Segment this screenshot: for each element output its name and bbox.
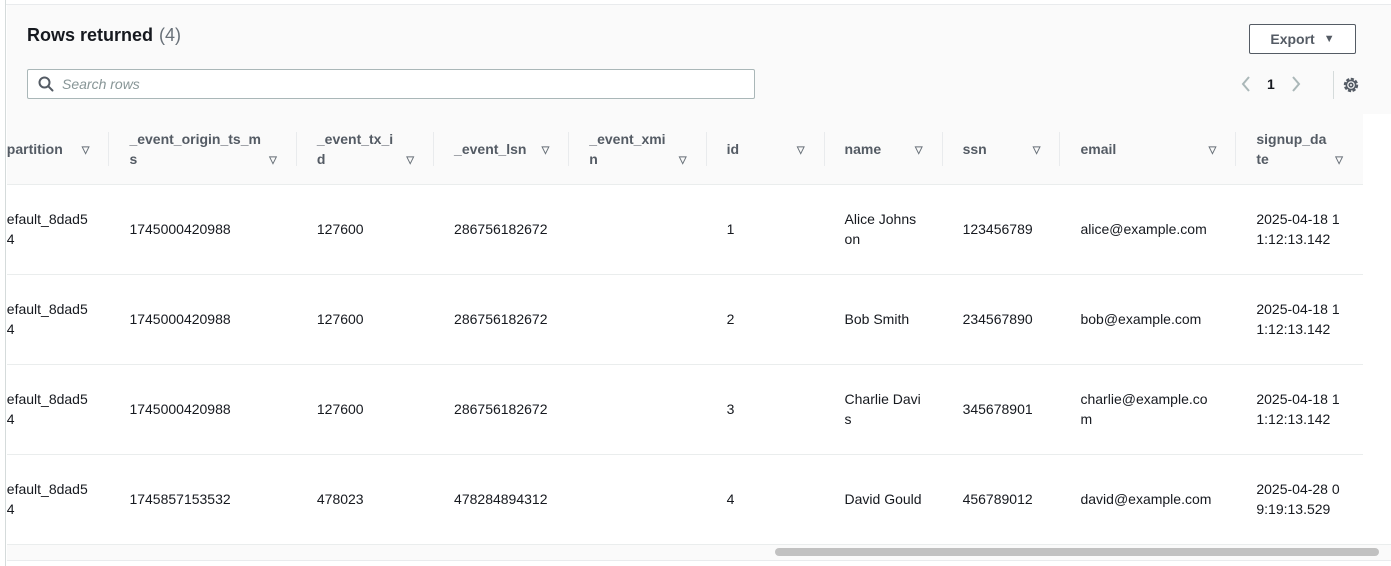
sort-caret-icon[interactable]: ▽ (82, 145, 90, 156)
cell-email: bob@example.com (1060, 274, 1237, 365)
cell-ssn: 234567890 (942, 274, 1061, 365)
search-field[interactable] (27, 69, 755, 99)
sort-caret-icon[interactable]: ▽ (542, 145, 550, 156)
cell-id: 1 (706, 184, 825, 275)
cell-name: Alice Johnson (824, 184, 943, 275)
column-header-event-tx-id[interactable]: _event_tx_id ▽ (296, 114, 435, 185)
panel-bottom-edge (7, 560, 1391, 566)
cell-ssn: 123456789 (942, 184, 1061, 275)
export-button[interactable]: Export ▼ (1249, 24, 1356, 54)
cell-name: David Gould (824, 454, 943, 544)
cell-event-tx-id: 478023 (296, 454, 435, 544)
cell-event-origin-ts-ms: 1745000420988 (109, 274, 297, 365)
table-row: default_8dad514 1745000420988 127600 286… (7, 364, 1363, 455)
gear-icon[interactable] (1341, 75, 1361, 95)
cell-event-xmin (569, 274, 707, 365)
column-header-email[interactable]: email ▽ (1060, 114, 1237, 185)
page-title: Rows returned (4) (27, 25, 181, 46)
results-table: _partition ▽ _event_origin_ts_ms ▽ _event_… (7, 114, 1363, 544)
column-header-partition[interactable]: _partition ▽ (7, 114, 110, 185)
cell-email: alice@example.com (1060, 184, 1237, 275)
chevron-left-icon (1241, 76, 1250, 92)
pagination: 1 (1235, 73, 1307, 95)
column-header-label: signup_date (1256, 130, 1327, 167)
cell-partition: default_8dad514 (7, 184, 110, 275)
export-label: Export (1270, 31, 1315, 47)
cell-event-lsn: 478284894312 (434, 454, 570, 544)
column-header-signup-date[interactable]: signup_date ▽ (1236, 114, 1363, 185)
sort-caret-icon[interactable]: ▽ (1033, 145, 1041, 156)
next-page-button[interactable] (1285, 73, 1307, 95)
cell-email: charlie@example.com (1060, 364, 1237, 455)
search-icon (38, 76, 54, 92)
column-header-label: email (1080, 140, 1117, 157)
table-row: default_8dad514 1745857153532 478023 478… (7, 454, 1363, 544)
column-header-event-lsn[interactable]: _event_lsn ▽ (434, 114, 570, 185)
cell-signup-date: 2025-04-18 11:12:13.142 (1236, 184, 1363, 275)
cell-id: 2 (706, 274, 825, 365)
results-table-viewport[interactable]: _partition ▽ _event_origin_ts_ms ▽ _event_… (7, 114, 1391, 544)
column-header-event-xmin[interactable]: _event_xmin ▽ (569, 114, 707, 185)
column-header-label: id (726, 140, 740, 157)
cell-name: Bob Smith (824, 274, 943, 365)
cell-event-tx-id: 127600 (296, 274, 435, 365)
cell-event-xmin (569, 184, 707, 275)
column-header-event-origin-ts-ms[interactable]: _event_origin_ts_ms ▽ (109, 114, 297, 185)
sort-caret-icon[interactable]: ▽ (797, 145, 805, 156)
cell-id: 4 (706, 454, 825, 544)
results-header-panel: Rows returned(4) Export ▼ 1 (7, 5, 1391, 114)
cell-signup-date: 2025-04-28 09:19:13.529 (1236, 454, 1363, 544)
column-header-id[interactable]: id ▽ (706, 114, 825, 185)
table-row: default_8dad514 1745000420988 127600 286… (7, 184, 1363, 275)
cell-signup-date: 2025-04-18 11:12:13.142 (1236, 274, 1363, 365)
cell-ssn: 345678901 (942, 364, 1061, 455)
sort-caret-icon[interactable]: ▽ (915, 145, 923, 156)
column-header-label: _event_xmin (589, 130, 666, 167)
cell-event-lsn: 286756182672 (434, 274, 570, 365)
column-header-label: _event_tx_id (316, 130, 394, 167)
sort-caret-icon[interactable]: ▽ (1335, 155, 1343, 166)
cell-event-origin-ts-ms: 1745000420988 (109, 184, 297, 275)
sort-caret-icon[interactable]: ▽ (269, 155, 277, 166)
column-header-label: name (844, 140, 882, 157)
column-header-label: _event_origin_ts_ms (129, 130, 261, 167)
table-header-row: _partition ▽ _event_origin_ts_ms ▽ _event_… (7, 114, 1363, 185)
sort-caret-icon[interactable]: ▽ (406, 155, 414, 166)
column-header-label: ssn (962, 140, 987, 157)
cell-partition: default_8dad514 (7, 274, 110, 365)
cell-event-origin-ts-ms: 1745857153532 (109, 454, 297, 544)
column-header-label: _partition (7, 140, 63, 157)
search-input[interactable] (62, 76, 712, 92)
cell-event-lsn: 286756182672 (434, 364, 570, 455)
caret-down-icon: ▼ (1323, 33, 1335, 45)
cell-event-xmin (569, 454, 707, 544)
cell-email: david@example.com (1060, 454, 1237, 544)
horizontal-scrollbar-thumb[interactable] (775, 548, 1379, 556)
cell-ssn: 456789012 (942, 454, 1061, 544)
pagination-divider (1333, 71, 1334, 99)
cell-signup-date: 2025-04-18 11:12:13.142 (1236, 364, 1363, 455)
cell-event-lsn: 286756182672 (434, 184, 570, 275)
previous-page-button[interactable] (1235, 73, 1257, 95)
column-header-name[interactable]: name ▽ (824, 114, 943, 185)
sort-caret-icon[interactable]: ▽ (679, 155, 687, 166)
row-count: (4) (159, 25, 182, 45)
column-header-label: _event_lsn (454, 140, 527, 157)
cell-event-xmin (569, 364, 707, 455)
table-row: default_8dad514 1745000420988 127600 286… (7, 274, 1363, 365)
cell-partition: default_8dad514 (7, 364, 110, 455)
sort-caret-icon[interactable]: ▽ (1209, 145, 1217, 156)
cell-event-origin-ts-ms: 1745000420988 (109, 364, 297, 455)
cell-partition: default_8dad514 (7, 454, 110, 544)
cell-id: 3 (706, 364, 825, 455)
current-page[interactable]: 1 (1267, 76, 1275, 92)
column-header-ssn[interactable]: ssn ▽ (942, 114, 1061, 185)
cell-name: Charlie Davis (824, 364, 943, 455)
chevron-right-icon (1292, 76, 1301, 92)
title-text: Rows returned (27, 25, 154, 45)
panel-left-edge (0, 0, 6, 566)
cell-event-tx-id: 127600 (296, 364, 435, 455)
cell-event-tx-id: 127600 (296, 184, 435, 275)
